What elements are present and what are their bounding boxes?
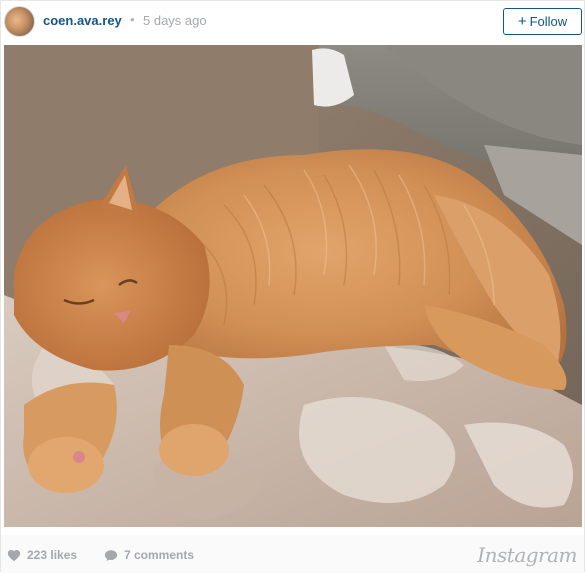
plus-icon: + [517,13,527,30]
instagram-embed-card: coen.ava.rey • 5 days ago + Follow 223 l… [0,0,585,573]
post-footer: 223 likes 7 comments Instagram [1,535,584,573]
comments-label: 7 comments [124,548,195,562]
user-avatar[interactable] [4,6,35,37]
cat-photo-illustration [4,45,582,527]
post-time[interactable]: 5 days ago [143,13,207,28]
likes-label: 223 likes [27,548,78,562]
follow-button[interactable]: + Follow [503,8,582,35]
post-photo[interactable] [4,45,582,527]
post-header: coen.ava.rey • 5 days ago + Follow [1,1,584,43]
likes-count[interactable]: 223 likes [7,548,77,562]
username-link[interactable]: coen.ava.rey [43,13,122,28]
follow-label: Follow [529,14,568,29]
instagram-logo[interactable]: Instagram [477,543,577,567]
heart-icon [7,549,21,561]
comments-count[interactable]: 7 comments [104,548,194,562]
comment-icon [104,549,118,561]
header-separator: • [130,12,135,27]
